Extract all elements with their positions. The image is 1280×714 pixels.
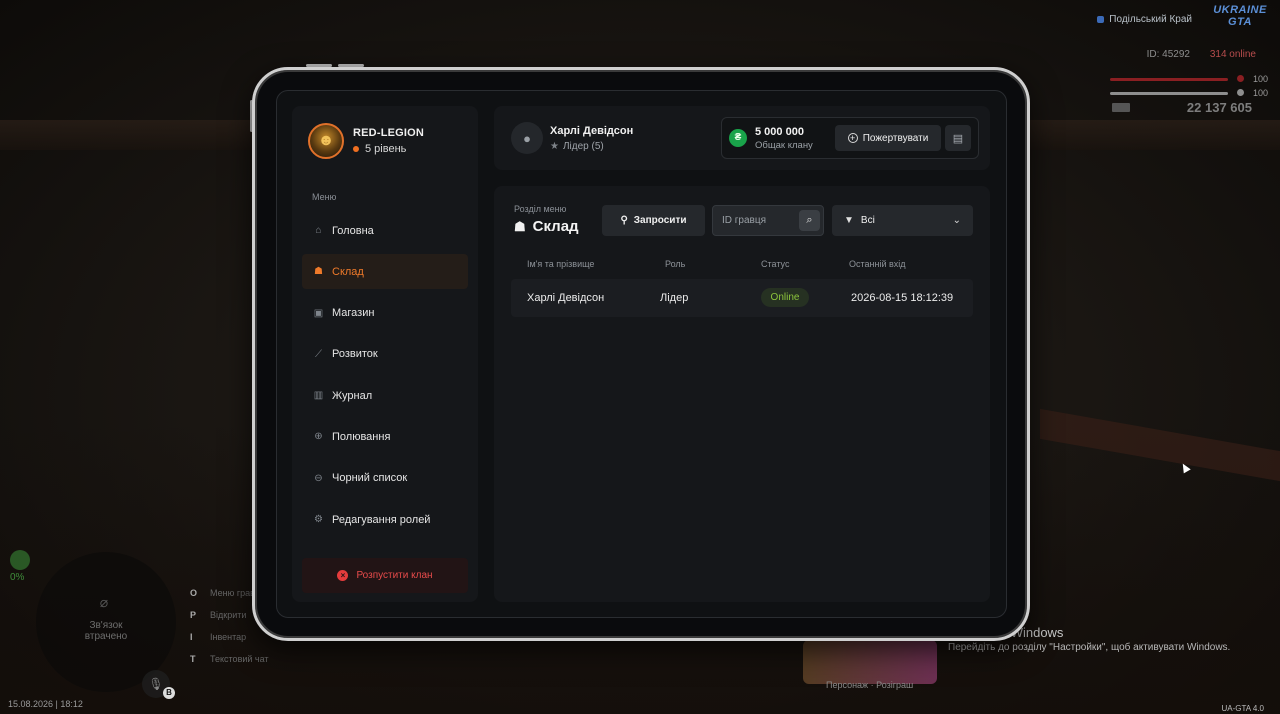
hotkey: T Текстовий чат — [190, 654, 269, 664]
member-last-login: 2026-08-15 18:12:39 — [851, 292, 954, 304]
armor-value: 100 — [1252, 88, 1268, 98]
plus-icon: + — [847, 133, 858, 143]
star-icon: ★ — [550, 140, 559, 152]
money-value: 22 137 605 — [1186, 100, 1252, 115]
sidebar-item-hunting[interactable]: ⊕ Полювання — [302, 419, 468, 454]
coin-icon: ₴ — [729, 129, 747, 147]
avatar: ● — [511, 122, 543, 154]
menu-caption: Меню — [312, 192, 337, 202]
clan-name: RED-LEGION — [353, 127, 425, 139]
balance-amount: 5 000 000 — [755, 126, 804, 138]
member-role: Лідер — [660, 292, 689, 304]
close-icon: × — [337, 570, 349, 581]
status-value: 0% — [10, 572, 25, 583]
search-input[interactable] — [722, 206, 798, 235]
column-header-role: Роль — [665, 259, 686, 269]
section-caption: Розділ меню — [514, 204, 567, 214]
sidebar-item-blacklist[interactable]: ⊖ Чорний список — [302, 461, 468, 496]
page-title: ☗ Склад — [514, 218, 579, 235]
online-count: 314 online — [1209, 49, 1256, 60]
minus-circle-icon: ⊖ — [314, 472, 323, 484]
search-button[interactable]: ⌕ — [799, 210, 820, 231]
book-icon: ▥ — [313, 390, 324, 402]
sidebar-item-home[interactable]: ⌂ Головна — [302, 213, 468, 248]
gift-button[interactable]: ▤ — [945, 125, 971, 151]
user-role: ★ Лідер (5) — [550, 140, 604, 152]
people-icon: ☗ — [514, 218, 526, 234]
balance-label: Общак клану — [755, 140, 813, 151]
column-header-last-login: Останній вхід — [849, 259, 906, 269]
sidebar-item-storage[interactable]: ☗ Склад — [302, 254, 468, 290]
gift-icon: ▤ — [952, 132, 964, 145]
sidebar-item-shop[interactable]: ▣ Магазин — [302, 296, 468, 331]
promo-caption: Персонаж · Розіграш — [826, 680, 914, 690]
region-flag-icon — [1097, 16, 1105, 23]
filter-dropdown[interactable]: ▼ Всі ⌄ — [832, 205, 973, 236]
hotkey: I Інвентар — [190, 632, 247, 642]
chevron-down-icon: ⌄ — [952, 215, 961, 226]
sidebar-item-roles[interactable]: ⚙ Редагування ролей — [302, 502, 468, 537]
member-name: Харлі Девідсон — [527, 292, 605, 304]
column-header-status: Статус — [761, 259, 790, 269]
armor-bar — [1110, 92, 1228, 95]
mic-key: B — [163, 687, 175, 699]
cash-icon — [1112, 103, 1130, 112]
sidebar-item-journal[interactable]: ▥ Журнал — [302, 378, 468, 413]
donate-button[interactable]: + Пожертвувати — [835, 125, 941, 151]
search-icon: ⌕ — [806, 214, 813, 226]
clan-header: ☻ RED-LEGION 5 рівень — [308, 123, 424, 159]
sidebar-menu: ⌂ Головна ☗ Склад ▣ Магазин ⟋ Розвиток ▥… — [302, 213, 468, 543]
build-version: UA-GTA 4.0 — [1221, 704, 1264, 713]
heart-icon — [1237, 75, 1244, 82]
sidebar-item-development[interactable]: ⟋ Розвиток — [302, 337, 468, 372]
health-value: 100 — [1252, 74, 1268, 84]
chart-icon: ⟋ — [315, 348, 322, 360]
user-cog-icon: ⚙ — [314, 514, 323, 526]
region-label: Подільський Край — [1097, 14, 1192, 25]
shield-icon — [1237, 89, 1244, 96]
status-badge: Online — [761, 288, 809, 307]
main-panel — [494, 186, 990, 602]
column-header-name: Ім'я та прізвище — [527, 259, 595, 269]
clan-level: 5 рівень — [353, 143, 424, 155]
radar-status: Зв'язок втрачено — [84, 620, 128, 642]
filter-icon: ▼ — [844, 215, 854, 226]
no-signal-icon: ⌀ — [99, 594, 109, 610]
promo-banner[interactable] — [803, 640, 937, 684]
people-icon: ☗ — [314, 266, 323, 278]
player-id: ID: 45292 — [1146, 49, 1190, 60]
invite-button[interactable]: ⚲ Запросити — [602, 205, 705, 236]
clan-avatar: ☻ — [308, 123, 344, 159]
add-user-icon: ⚲ — [620, 215, 628, 226]
home-icon: ⌂ — [315, 225, 322, 236]
user-info: ● Харлі Девідсон ★ Лідер (5) — [511, 122, 633, 154]
user-name: Харлі Девідсон — [550, 124, 634, 137]
health-bar — [1110, 78, 1228, 81]
search-box: ⌕ — [712, 205, 824, 236]
server-logo: UKRAINE GTA — [1213, 4, 1267, 28]
crosshair-icon: ⊕ — [314, 431, 323, 443]
level-dot-icon — [353, 146, 359, 152]
status-badge — [10, 550, 30, 570]
basket-icon: ▣ — [313, 307, 324, 319]
datetime: 15.08.2026 | 18:12 — [8, 699, 83, 709]
disband-clan-button[interactable]: × Розпустити клан — [302, 558, 468, 593]
